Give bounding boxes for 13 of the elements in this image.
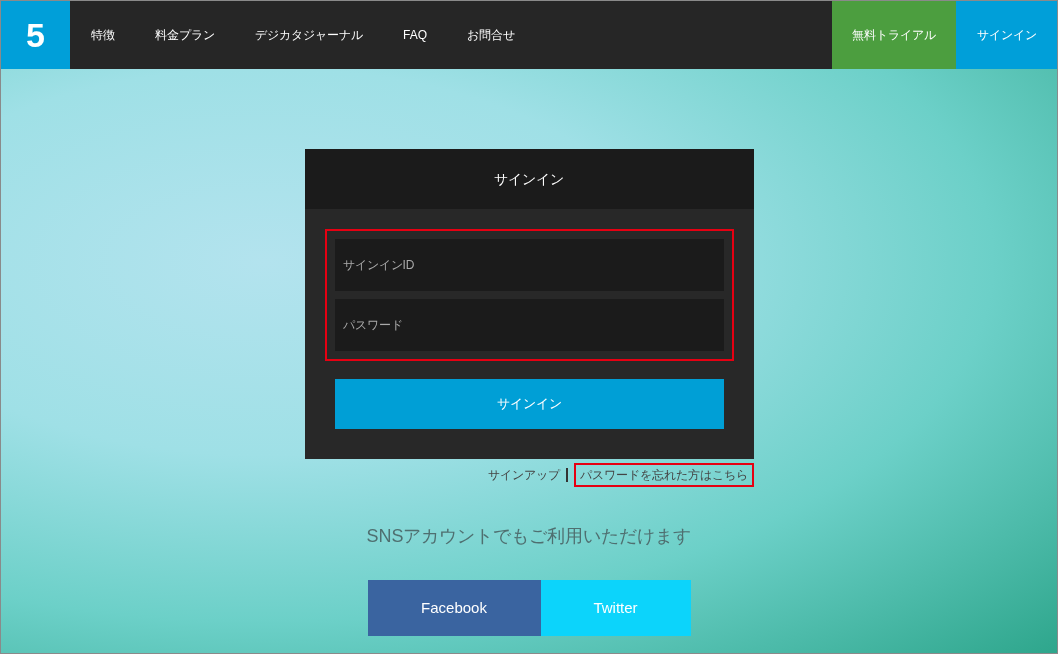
nav-link[interactable]: FAQ [403,26,427,44]
free-trial-button[interactable]: 無料トライアル [832,1,956,69]
sns-caption: SNSアカウントでもご利用いただけます [366,525,692,548]
signup-link[interactable]: サインアップ [487,466,560,484]
card-title: サインイン [494,169,564,189]
nav-link[interactable]: 特徴 [91,26,115,44]
sns-login-button[interactable]: Facebook [367,580,541,636]
nav-link[interactable]: お問合せ [467,26,515,44]
nav-link[interactable]: 料金プラン [155,26,215,44]
input-field[interactable]: サインインID [334,239,724,291]
nav-link[interactable]: デジカタジャーナル [255,26,363,44]
input-field[interactable]: パスワード [334,299,724,351]
forgot-password-link[interactable]: パスワードを忘れた方はこちら [573,463,754,487]
